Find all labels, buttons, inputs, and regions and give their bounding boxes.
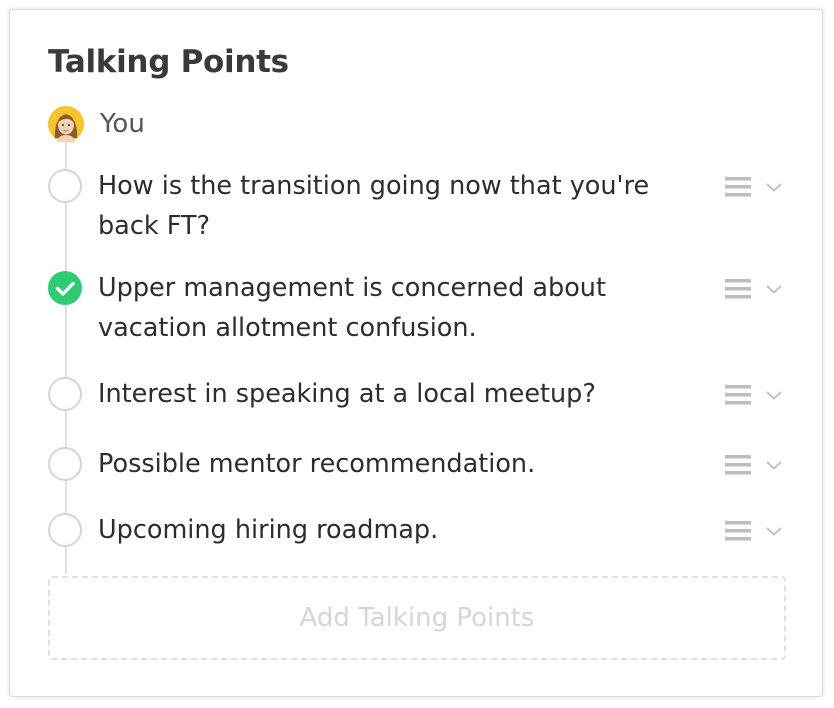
drag-handle-icon[interactable]: [725, 176, 751, 198]
item-controls: [725, 277, 787, 301]
item-checkbox[interactable]: [48, 377, 82, 411]
item-checkbox[interactable]: [48, 513, 82, 547]
item-checkbox[interactable]: [48, 447, 82, 481]
add-talking-points-button[interactable]: Add Talking Points: [48, 576, 786, 660]
item-text: Upper management is concerned about vaca…: [98, 273, 606, 343]
item-controls: [725, 519, 787, 543]
avatar: [48, 106, 84, 142]
drag-handle-icon[interactable]: [725, 454, 751, 476]
item-controls: [725, 175, 787, 199]
item-checkbox-checked[interactable]: [48, 271, 82, 305]
chevron-down-icon[interactable]: [765, 525, 783, 537]
add-talking-points-label: Add Talking Points: [299, 603, 535, 633]
list-item: Upper management is concerned about vaca…: [48, 268, 788, 348]
drag-handle-icon[interactable]: [725, 278, 751, 300]
drag-handle-icon[interactable]: [725, 384, 751, 406]
drag-handle-icon[interactable]: [725, 520, 751, 542]
checkmark-icon: [55, 281, 75, 296]
item-text: Upcoming hiring roadmap.: [98, 515, 439, 545]
owner-row: You: [48, 106, 145, 142]
item-controls: [725, 383, 787, 407]
item-text: Interest in speaking at a local meetup?: [98, 379, 596, 409]
list-item: Possible mentor recommendation.: [48, 444, 788, 484]
owner-name: You: [100, 109, 145, 139]
chevron-down-icon[interactable]: [765, 389, 783, 401]
chevron-down-icon[interactable]: [765, 283, 783, 295]
item-checkbox[interactable]: [48, 169, 82, 203]
list-item: Upcoming hiring roadmap.: [48, 510, 788, 550]
item-controls: [725, 453, 787, 477]
item-text: Possible mentor recommendation.: [98, 449, 536, 479]
page-title: Talking Points: [48, 44, 289, 80]
chevron-down-icon[interactable]: [765, 181, 783, 193]
item-text: How is the transition going now that you…: [98, 171, 650, 241]
list-item: How is the transition going now that you…: [48, 166, 788, 246]
list-item: Interest in speaking at a local meetup?: [48, 374, 788, 414]
chevron-down-icon[interactable]: [765, 459, 783, 471]
